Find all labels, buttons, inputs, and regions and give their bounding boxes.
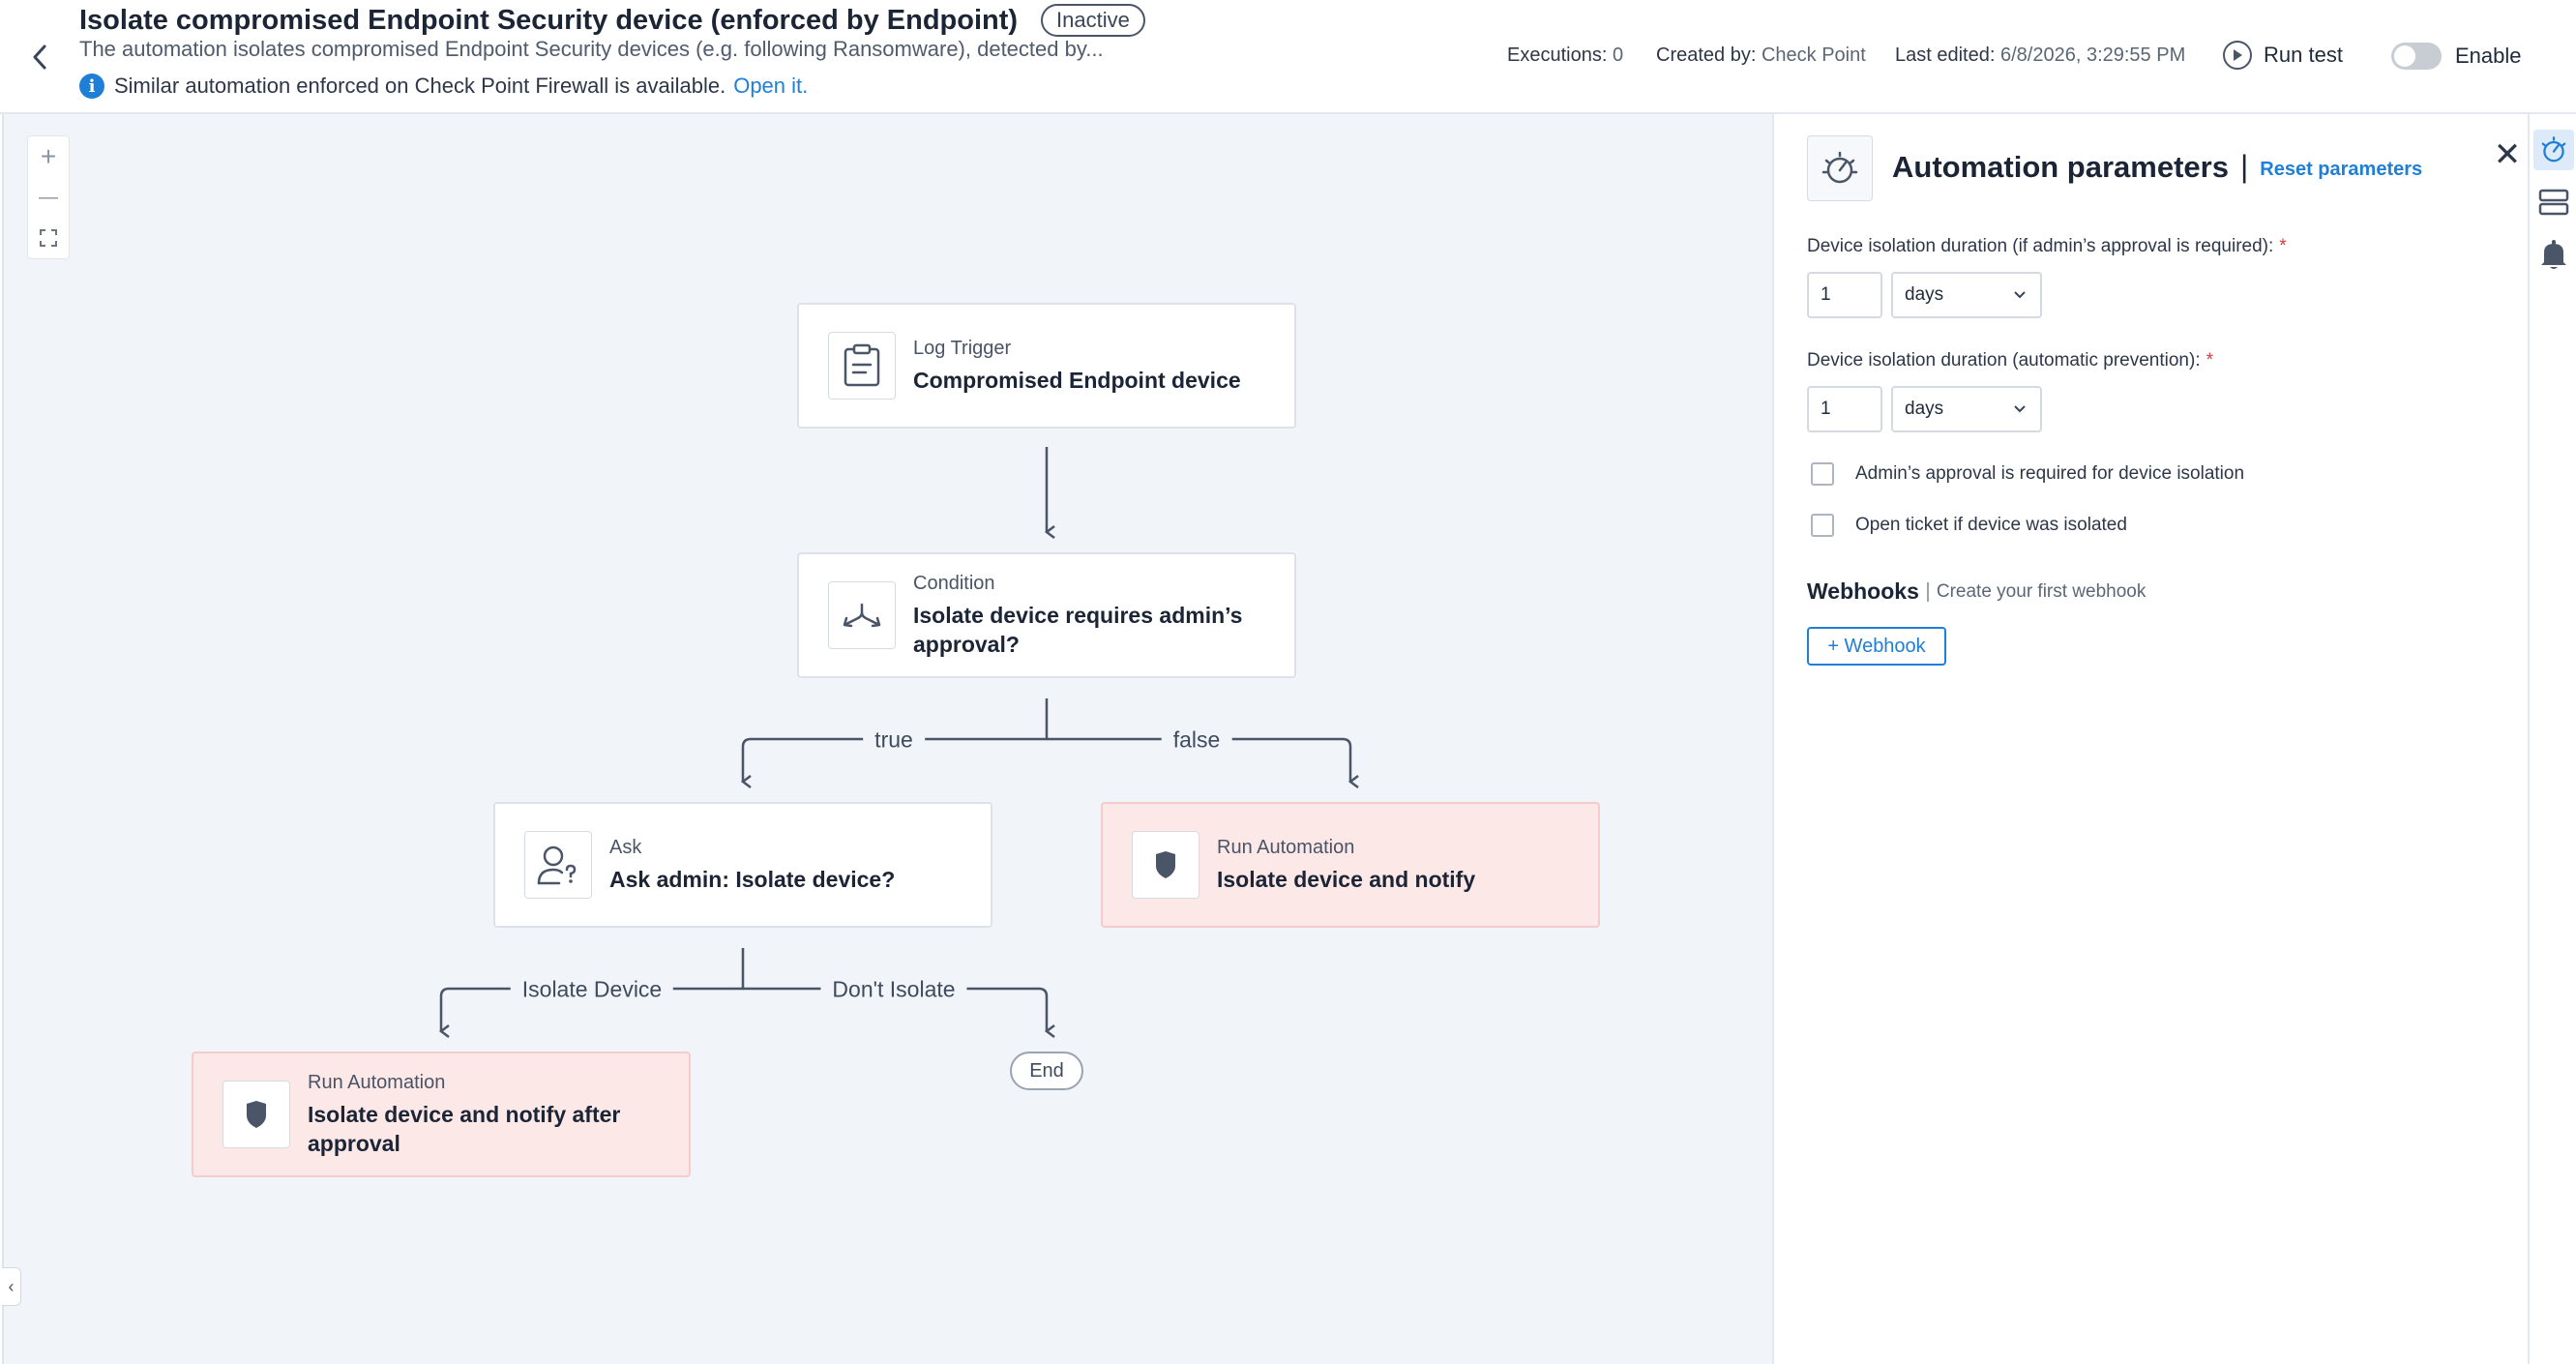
close-icon[interactable]: ✕ — [2488, 135, 2527, 174]
last-edited-value: 6/8/2026, 3:29:55 PM — [1999, 44, 2186, 66]
webhooks-title: Webhooks — [1807, 578, 1919, 604]
back-button[interactable] — [25, 39, 54, 75]
enable-control: Enable — [2391, 43, 2522, 70]
admin-approval-label: Admin’s approval is required for device … — [1855, 463, 2245, 484]
run-automation-after-approval-node[interactable]: Run Automation Isolate device and notify… — [192, 1052, 691, 1177]
condition-node-type: Condition — [913, 572, 995, 594]
open-ticket-checkbox-row[interactable]: Open ticket if device was isolated — [1811, 514, 2127, 537]
panel-title-separator: | — [2239, 149, 2249, 184]
title-row: Isolate compromised Endpoint Security de… — [79, 2, 1145, 39]
parameters-dial-icon — [1807, 135, 1873, 201]
notice-row: i Similar automation enforced on Check P… — [79, 74, 808, 99]
field1-unit-select[interactable]: days — [1891, 272, 2042, 318]
bell-icon — [2541, 240, 2566, 269]
required-mark: * — [2279, 236, 2287, 256]
field1-label-text: Device isolation duration (if admin’s ap… — [1807, 236, 2274, 256]
chevron-left-icon — [33, 44, 46, 70]
webhooks-row: Webhooks Create your first webhook — [1807, 578, 2146, 605]
run-test-label: Run test — [2264, 43, 2343, 67]
parameters-dial-icon — [2541, 136, 2566, 163]
top-header: Isolate compromised Endpoint Security de… — [0, 0, 2576, 114]
notice-text: Similar automation enforced on Check Poi… — [114, 74, 726, 98]
run-automation-node[interactable]: Run Automation Isolate device and notify — [1101, 802, 1600, 928]
run-automation-node-type: Run Automation — [1217, 836, 1355, 858]
ask-node[interactable]: Ask Ask admin: Isolate device? — [493, 802, 992, 928]
trigger-node[interactable]: Log Trigger Compromised Endpoint device — [797, 303, 1296, 429]
webhooks-hint: Create your first webhook — [1926, 581, 2146, 602]
status-badge: Inactive — [1041, 4, 1145, 37]
executions-label: Executions: — [1507, 44, 1608, 66]
run-after-node-label: Isolate device and notify after approval — [308, 1101, 621, 1156]
automation-parameters-panel: Automation parameters | Reset parameters… — [1772, 114, 2528, 1364]
last-edited-meta: Last edited: 6/8/2026, 3:29:55 PM — [1895, 44, 2185, 67]
field2-unit-value: days — [1905, 399, 1944, 419]
enable-toggle[interactable] — [2391, 43, 2442, 70]
edge-label-true: true — [863, 726, 925, 754]
created-by-meta: Created by: Check Point — [1656, 44, 1866, 67]
admin-approval-checkbox-row[interactable]: Admin’s approval is required for device … — [1811, 462, 2244, 486]
clipboard-icon — [828, 332, 896, 400]
page-title: Isolate compromised Endpoint Security de… — [79, 4, 1019, 36]
rail-parameters-button[interactable] — [2533, 130, 2574, 170]
user-question-icon — [524, 831, 592, 899]
edge-label-isolate-device: Isolate Device — [510, 976, 674, 1003]
trigger-node-label: Compromised Endpoint device — [913, 367, 1241, 393]
flow-canvas[interactable]: + — ‹ true false Isolate Device Don't Is… — [2, 114, 1772, 1364]
shield-icon — [222, 1081, 290, 1148]
reset-parameters-link[interactable]: Reset parameters — [2260, 159, 2422, 181]
executions-value: 0 — [1612, 44, 1624, 66]
field1-unit-value: days — [1905, 284, 1944, 305]
chevron-down-icon — [2014, 291, 2026, 299]
field2-label-text: Device isolation duration (automatic pre… — [1807, 350, 2201, 371]
field2-label: Device isolation duration (automatic pre… — [1807, 350, 2213, 371]
open-ticket-label: Open ticket if device was isolated — [1855, 515, 2127, 535]
executions-meta: Executions: 0 — [1507, 44, 1623, 67]
edge-label-dont-isolate: Don't Isolate — [820, 976, 967, 1003]
end-node[interactable]: End — [1010, 1052, 1083, 1090]
layout-rows-icon — [2538, 189, 2569, 216]
admin-approval-checkbox[interactable] — [1811, 462, 1834, 486]
created-by-value: Check Point — [1761, 44, 1866, 66]
trigger-node-type: Log Trigger — [913, 337, 1012, 359]
open-it-link[interactable]: Open it. — [733, 74, 808, 99]
ask-node-type: Ask — [609, 836, 642, 858]
field1-label: Device isolation duration (if admin’s ap… — [1807, 236, 2287, 257]
open-ticket-checkbox[interactable] — [1811, 514, 1834, 537]
play-icon — [2223, 41, 2252, 70]
page-description: The automation isolates compromised Endp… — [79, 37, 1104, 61]
right-rail — [2528, 114, 2576, 1364]
created-by-label: Created by: — [1656, 44, 1757, 66]
field1-number-input[interactable] — [1807, 272, 1882, 318]
run-test-button[interactable]: Run test — [2223, 41, 2343, 70]
chevron-down-icon — [2014, 405, 2026, 413]
add-webhook-button[interactable]: + Webhook — [1807, 627, 1946, 666]
branch-split-icon — [828, 581, 896, 649]
run-automation-node-label: Isolate device and notify — [1217, 866, 1476, 892]
ask-node-label: Ask admin: Isolate device? — [609, 866, 896, 892]
shield-icon — [1132, 831, 1199, 899]
condition-node-label: Isolate device requires admin’s approval… — [913, 602, 1243, 657]
rail-layout-button[interactable] — [2533, 182, 2574, 222]
edge-label-false: false — [1161, 726, 1232, 754]
panel-title: Automation parameters — [1892, 149, 2229, 184]
last-edited-label: Last edited: — [1895, 44, 1996, 66]
panel-title-row: Automation parameters | Reset parameters — [1892, 149, 2422, 185]
run-after-node-type: Run Automation — [308, 1071, 446, 1093]
condition-node[interactable]: Condition Isolate device requires admin’… — [797, 552, 1296, 678]
rail-notifications-button[interactable] — [2533, 234, 2574, 275]
field2-unit-select[interactable]: days — [1891, 386, 2042, 432]
field2-number-input[interactable] — [1807, 386, 1882, 432]
info-icon: i — [79, 74, 104, 99]
enable-label: Enable — [2455, 44, 2522, 68]
required-mark: * — [2206, 350, 2214, 371]
